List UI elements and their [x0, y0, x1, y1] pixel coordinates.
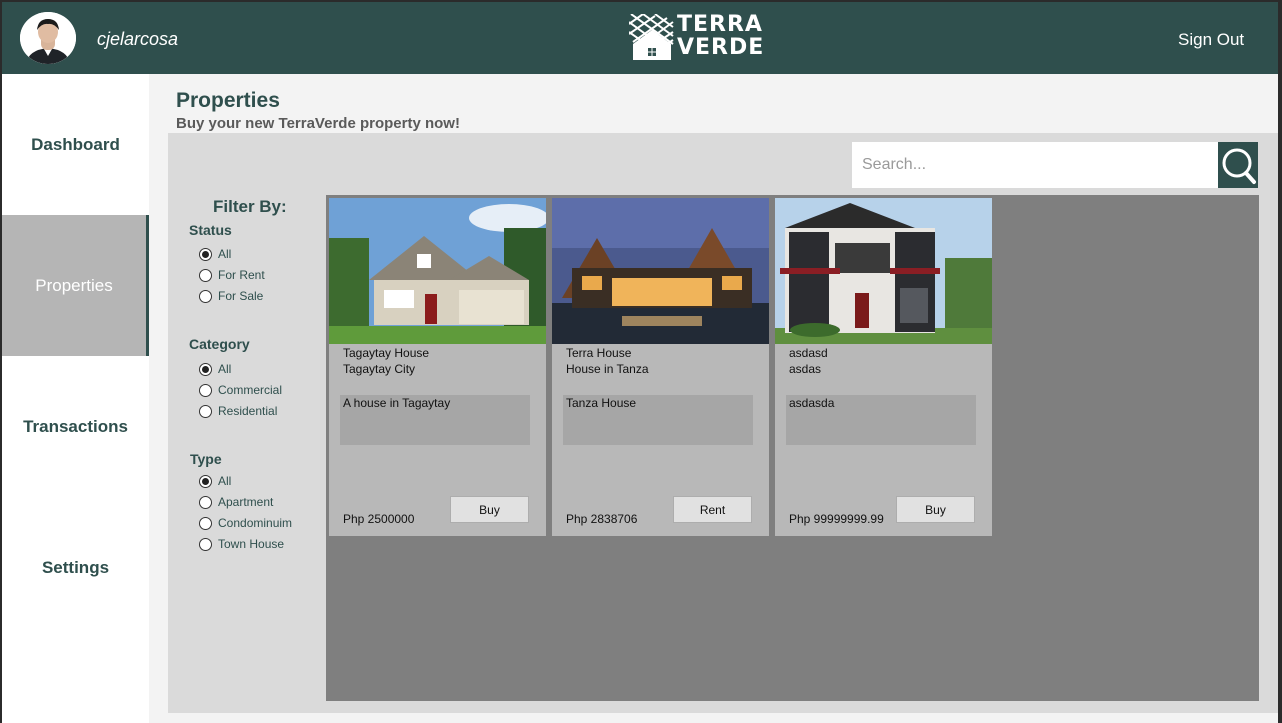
- radio-category-all[interactable]: All: [199, 362, 231, 376]
- radio-dot: [199, 362, 212, 376]
- radio-dot: [199, 404, 212, 418]
- sidebar-item-label: Settings: [41, 557, 110, 577]
- sidebar-item-label: Transactions: [23, 416, 128, 436]
- property-location: House in Tanza: [566, 362, 649, 376]
- filter-type-title: Type: [190, 451, 222, 467]
- user-avatar[interactable]: [20, 12, 76, 64]
- property-price: Php 99999999.99: [789, 512, 884, 526]
- sidebar-item-settings[interactable]: Settings: [2, 497, 149, 638]
- terraverde-logo: TERRA VERDE: [629, 13, 763, 61]
- rent-button[interactable]: Rent: [673, 496, 752, 523]
- radio-dot: [199, 495, 212, 509]
- property-image: [552, 198, 769, 344]
- property-name: Tagaytay House: [343, 346, 430, 360]
- property-price: Php 2838706: [566, 512, 638, 526]
- property-card[interactable]: Tagaytay House Tagaytay City A house in …: [329, 198, 546, 536]
- radio-dot: [199, 289, 212, 303]
- logo-line-2: VERDE: [677, 35, 765, 60]
- property-location: asdas: [789, 362, 822, 376]
- radio-dot: [199, 474, 212, 488]
- filter-title: Filter By:: [213, 197, 287, 216]
- filter-category-title: Category: [189, 336, 250, 352]
- radio-label: For Sale: [218, 289, 264, 303]
- radio-type-apartment[interactable]: Apartment: [199, 495, 273, 509]
- radio-type-town-house[interactable]: Town House: [199, 537, 284, 551]
- radio-dot: [199, 247, 212, 261]
- sidebar: Dashboard Properties Transactions Settin…: [2, 74, 149, 723]
- radio-label: All: [218, 247, 232, 261]
- property-card[interactable]: asdasd asdas asdasda Php 99999999.99 Buy: [775, 198, 992, 536]
- property-description: asdasda: [786, 395, 976, 445]
- property-card[interactable]: Terra House House in Tanza Tanza House P…: [552, 198, 769, 536]
- radio-label: Residential: [218, 404, 278, 418]
- sidebar-item-dashboard[interactable]: Dashboard: [2, 74, 149, 215]
- radio-label: Apartment: [218, 495, 274, 509]
- property-price: Php 2500000: [343, 512, 415, 526]
- radio-type-all[interactable]: All: [199, 474, 231, 488]
- radio-label: Commercial: [218, 383, 283, 397]
- radio-label: Condominuim: [218, 516, 293, 530]
- logo-line-1: TERRA: [677, 12, 763, 37]
- property-description: Tanza House: [563, 395, 753, 445]
- radio-label: All: [218, 362, 232, 376]
- radio-status-all[interactable]: All: [199, 247, 231, 261]
- sign-out-link[interactable]: Sign Out: [1178, 30, 1244, 50]
- page-subtitle: Buy your new TerraVerde property now!: [176, 115, 460, 132]
- radio-dot: [199, 516, 212, 530]
- logo-house-icon: [629, 14, 674, 60]
- sidebar-item-transactions[interactable]: Transactions: [2, 356, 149, 497]
- logo-text: TERRA VERDE: [677, 13, 764, 59]
- page-title: Properties: [176, 89, 280, 112]
- radio-category-residential[interactable]: Residential: [199, 404, 277, 418]
- sidebar-item-label: Dashboard: [31, 134, 120, 154]
- buy-button[interactable]: Buy: [450, 496, 529, 523]
- property-image: [329, 198, 546, 344]
- property-description: A house in Tagaytay: [340, 395, 530, 445]
- window-border: [1278, 2, 1280, 723]
- search-button[interactable]: [1218, 142, 1258, 188]
- top-header: cjelarcosa TERRA VERDE Sign Out: [2, 2, 1280, 74]
- radio-category-commercial[interactable]: Commercial: [199, 383, 282, 397]
- search-icon: [1222, 148, 1256, 184]
- property-image: [775, 198, 992, 344]
- radio-label: Town House: [218, 537, 285, 551]
- username: cjelarcosa: [97, 29, 179, 49]
- property-location: Tagaytay City: [343, 362, 416, 376]
- property-name: Terra House: [566, 346, 632, 360]
- radio-dot: [199, 383, 212, 397]
- radio-status-for-sale[interactable]: For Sale: [199, 289, 263, 303]
- radio-dot: [199, 537, 212, 551]
- radio-dot: [199, 268, 212, 282]
- sidebar-item-properties[interactable]: Properties: [2, 215, 149, 356]
- filter-status-title: Status: [189, 222, 232, 238]
- radio-status-for-rent[interactable]: For Rent: [199, 268, 265, 282]
- radio-type-condominium[interactable]: Condominuim: [199, 516, 292, 530]
- radio-label: All: [218, 474, 232, 488]
- search-input[interactable]: [852, 142, 1218, 188]
- radio-label: For Rent: [218, 268, 265, 282]
- buy-button[interactable]: Buy: [896, 496, 975, 523]
- app-window: cjelarcosa TERRA VERDE Sign Out Dashboar…: [0, 0, 1282, 723]
- sidebar-item-label: Properties: [35, 275, 113, 295]
- property-name: asdasd: [789, 346, 828, 360]
